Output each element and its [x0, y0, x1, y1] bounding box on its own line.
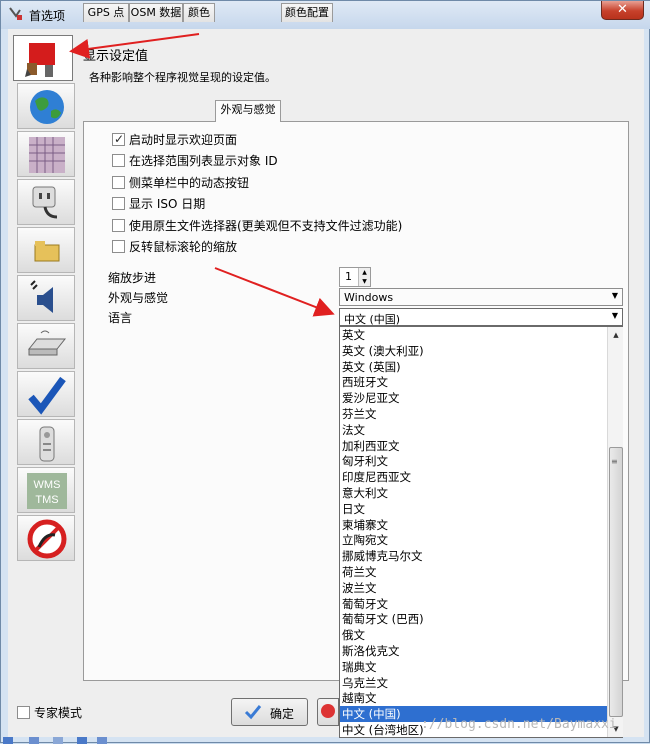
- grid-icon: [29, 137, 65, 173]
- language-option[interactable]: 法文: [340, 422, 607, 438]
- plug-icon: [32, 186, 58, 219]
- language-option[interactable]: 挪威博克马尔文: [340, 548, 607, 564]
- spinner-arrows-icon[interactable]: ▲ ▼: [358, 268, 370, 286]
- josm-app-icon: [9, 7, 22, 20]
- language-option[interactable]: 加利西亚文: [340, 438, 607, 454]
- language-option[interactable]: 柬埔寨文: [340, 517, 607, 533]
- folder-icon: [34, 241, 60, 262]
- language-option[interactable]: 意大利文: [340, 485, 607, 501]
- cancel-icon: [321, 704, 335, 718]
- sidebar-item-display-settings[interactable]: [13, 35, 73, 81]
- sidebar-item-audio[interactable]: [17, 275, 75, 321]
- close-button[interactable]: ✕: [601, 1, 644, 20]
- language-dropdown-list: 英文 英文 (澳大利亚) 英文 (英国) 西班牙文 爱沙尼亚文 芬兰文 法文 加利西亚文 匈牙利…: [339, 326, 623, 738]
- sidebar-item-plugins[interactable]: [17, 227, 75, 273]
- language-option[interactable]: 荷兰文: [340, 564, 607, 580]
- preferences-window: 首选项 ✕ WMS TMS 显示设定值 各种影响整个程序视觉呈现的设定值。 GP…: [0, 0, 650, 744]
- ok-checkmark-icon: [244, 705, 262, 720]
- grip-icon: ≡: [611, 457, 618, 466]
- language-option[interactable]: 瑞典文: [340, 659, 607, 675]
- svg-text:TMS: TMS: [35, 494, 58, 506]
- tab-colors[interactable]: 颜色: [183, 3, 215, 22]
- chevron-down-icon: ▼: [611, 291, 618, 300]
- svg-text:WMS: WMS: [34, 479, 61, 491]
- checkbox[interactable]: [112, 240, 125, 253]
- sidebar-item-remote-control[interactable]: [17, 419, 75, 465]
- language-label: 语言: [108, 311, 133, 325]
- language-option[interactable]: 越南文: [340, 690, 607, 706]
- paint-brush-icon: [25, 43, 55, 77]
- language-option[interactable]: 俄文: [340, 627, 607, 643]
- checkbox[interactable]: [112, 131, 125, 147]
- globe-icon: [30, 90, 64, 124]
- language-option[interactable]: 西班牙文: [340, 374, 607, 390]
- scroll-up-icon[interactable]: ▲: [608, 327, 624, 343]
- language-option[interactable]: 斯洛伐克文: [340, 643, 607, 659]
- language-option[interactable]: 芬兰文: [340, 406, 607, 422]
- language-option[interactable]: 英文 (澳大利亚): [340, 343, 607, 359]
- preferences-sidebar: WMS TMS: [11, 31, 75, 711]
- section-description: 各种影响整个程序视觉呈现的设定值。: [89, 71, 276, 84]
- zoom-step-label: 缩放步进: [108, 271, 157, 285]
- sidebar-item-validator[interactable]: [17, 371, 75, 417]
- watermark: ://blog.csdn.net/Baymaxxi: [421, 717, 617, 732]
- language-option[interactable]: 匈牙利文: [340, 453, 607, 469]
- language-option[interactable]: 波兰文: [340, 580, 607, 596]
- language-option[interactable]: 爱沙尼亚文: [340, 390, 607, 406]
- checkbox[interactable]: [112, 154, 125, 167]
- dropdown-scrollbar[interactable]: ▲ ≡ ▼: [607, 327, 623, 737]
- language-option[interactable]: 英文 (英国): [340, 359, 607, 375]
- checkbox[interactable]: [112, 176, 125, 189]
- sidebar-item-imagery[interactable]: WMS TMS: [17, 467, 75, 513]
- scrollbar-thumb[interactable]: [609, 447, 623, 717]
- wms-tms-icon: WMS TMS: [27, 473, 67, 509]
- language-option[interactable]: 乌克兰文: [340, 675, 607, 691]
- language-select[interactable]: 中文 (中国) ▼: [339, 308, 623, 326]
- keyboard-icon: [27, 330, 67, 356]
- checkbox[interactable]: [112, 197, 125, 210]
- language-option[interactable]: 葡萄牙文 (巴西): [340, 611, 607, 627]
- checkbox[interactable]: [112, 219, 125, 232]
- sidebar-item-no-entry[interactable]: [17, 515, 75, 561]
- tab-look-and-feel[interactable]: 外观与感觉: [215, 100, 281, 122]
- tab-gps-points[interactable]: GPS 点: [83, 3, 129, 22]
- cancel-button[interactable]: [317, 698, 339, 726]
- tab-color-scheme[interactable]: 颜色配置: [281, 3, 333, 22]
- look-and-feel-label: 外观与感觉: [108, 291, 169, 305]
- sidebar-item-connection[interactable]: [17, 179, 75, 225]
- checkmark-icon: [28, 376, 66, 415]
- sidebar-item-shortcuts[interactable]: [17, 323, 75, 369]
- language-option[interactable]: 立陶宛文: [340, 532, 607, 548]
- checkbox[interactable]: [17, 706, 30, 719]
- section-title: 显示设定值: [83, 49, 149, 64]
- chevron-down-icon: ▼: [611, 311, 618, 320]
- speaker-icon: [30, 280, 53, 313]
- sidebar-item-grid[interactable]: [17, 131, 75, 177]
- language-option[interactable]: 日文: [340, 501, 607, 517]
- sidebar-item-map-projection[interactable]: [17, 83, 75, 129]
- ok-button[interactable]: 确定: [231, 698, 308, 726]
- language-option[interactable]: 英文: [340, 327, 607, 343]
- language-option[interactable]: 印度尼西亚文: [340, 469, 607, 485]
- prohibited-icon: [27, 519, 67, 559]
- remote-icon: [39, 426, 55, 462]
- tab-osm-data[interactable]: OSM 数据: [129, 3, 183, 22]
- language-option[interactable]: 葡萄牙文: [340, 596, 607, 612]
- look-and-feel-select[interactable]: Windows ▼: [339, 288, 623, 306]
- window-title: 首选项: [29, 9, 66, 23]
- zoom-step-spinner[interactable]: 1 ▲ ▼: [339, 267, 371, 287]
